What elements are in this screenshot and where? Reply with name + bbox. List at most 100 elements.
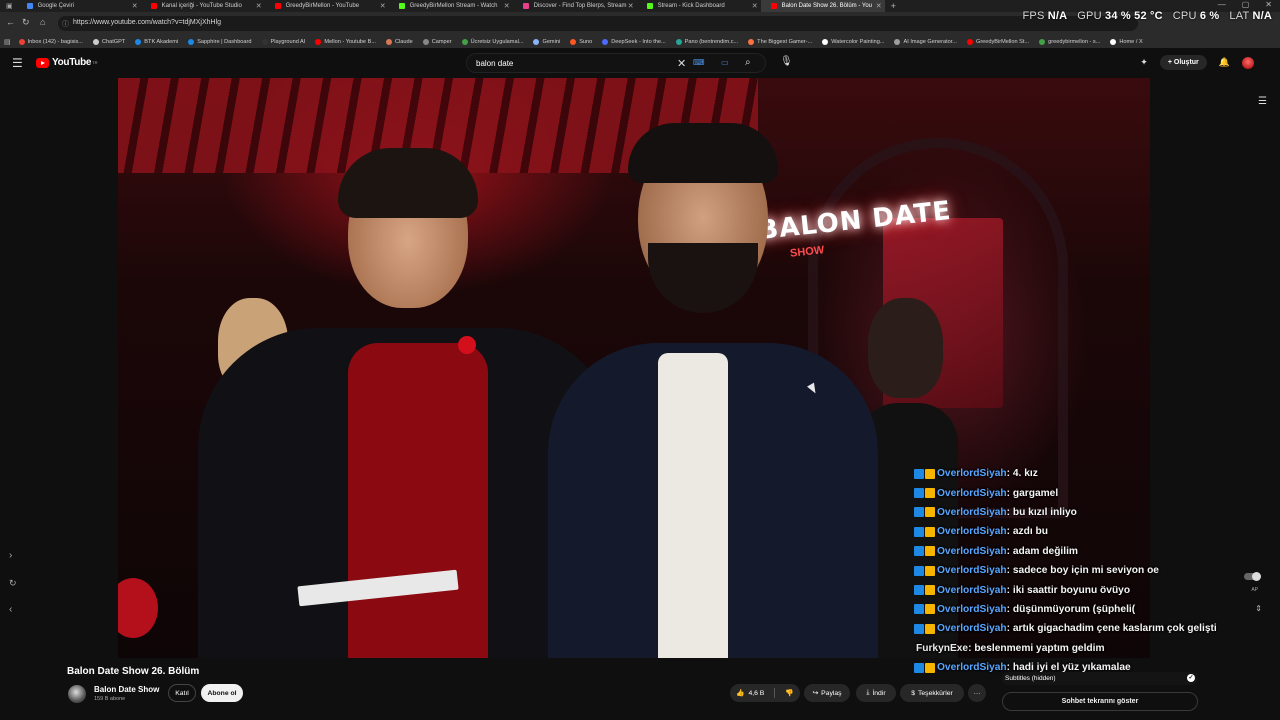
- subscriber-badge-icon: [925, 488, 935, 499]
- bookmark-item[interactable]: Gemini: [533, 38, 560, 45]
- search-input[interactable]: balon date ✕ ⌨ ▭ ⌕: [466, 53, 766, 73]
- tab-actions-icon[interactable]: ▣: [6, 2, 13, 10]
- bookmark-label: Playground AI: [270, 38, 306, 45]
- bookmark-item[interactable]: Claude: [385, 38, 413, 45]
- bookmark-item[interactable]: ChatGPT: [92, 38, 126, 45]
- bookmark-item[interactable]: Mellon - Youtube B...: [315, 38, 376, 45]
- close-tab-icon[interactable]: ✕: [132, 2, 138, 10]
- bookmark-item[interactable]: AI Image Generator...: [894, 38, 957, 45]
- autoplay-toggle[interactable]: [1244, 572, 1261, 581]
- browser-tab[interactable]: Stream - Kick Dashboard ✕: [637, 0, 761, 12]
- chat-text: : 4. kız: [1006, 468, 1038, 480]
- clear-search-icon[interactable]: ✕: [677, 57, 686, 70]
- home-icon[interactable]: ⌂: [40, 17, 45, 27]
- chat-badges: [914, 488, 935, 499]
- chevron-right-icon[interactable]: ›: [9, 550, 12, 561]
- close-tab-icon[interactable]: ✕: [256, 2, 262, 10]
- thanks-icon: $: [911, 689, 915, 697]
- join-button[interactable]: Katıl: [168, 684, 196, 702]
- keyboard-icon[interactable]: ⌨: [693, 58, 705, 67]
- close-tab-icon[interactable]: ✕: [380, 2, 386, 10]
- refresh-icon[interactable]: ↻: [9, 578, 17, 589]
- browser-tab[interactable]: GreedyBirMellon Stream - Watch ✕: [389, 0, 513, 12]
- bookmark-item[interactable]: The Biggest Gamer-...: [748, 38, 812, 45]
- like-button[interactable]: 👍 4,6 B 👎: [730, 684, 800, 702]
- subtitles-hidden-bar[interactable]: Subtitles (hidden) ✓: [1002, 672, 1198, 685]
- new-tab-button[interactable]: +: [891, 1, 896, 11]
- close-tab-icon[interactable]: ✕: [504, 2, 510, 10]
- chat-badges: [914, 604, 935, 615]
- lat-label: LAT: [1229, 10, 1250, 22]
- chevron-left-icon[interactable]: ‹: [9, 604, 12, 615]
- screen-cast-icon[interactable]: ▭: [721, 58, 731, 68]
- bookmark-item[interactable]: BTK Akademi: [135, 38, 178, 45]
- browser-tab[interactable]: Google Çeviri ✕: [17, 0, 141, 12]
- close-tab-icon[interactable]: ✕: [628, 2, 634, 10]
- maximize-icon[interactable]: ▢: [1242, 0, 1250, 9]
- close-window-icon[interactable]: ✕: [1265, 0, 1272, 9]
- lat-stat: LAT N/A: [1229, 10, 1272, 22]
- bookmark-item[interactable]: Pano (bentrendim.c...: [675, 38, 738, 45]
- chat-message: OverlordSiyah: azdı bu: [914, 522, 1244, 541]
- share-button[interactable]: ↪ Paylaş: [804, 684, 850, 702]
- bookmark-label: DeepSeek - Into the...: [611, 38, 666, 45]
- close-tab-icon[interactable]: ✕: [876, 2, 882, 10]
- bookmark-label: ChatGPT: [101, 38, 126, 45]
- avatar[interactable]: [1242, 56, 1254, 69]
- expand-icon[interactable]: ⇕: [1255, 604, 1262, 613]
- create-button[interactable]: + Oluştur: [1159, 55, 1207, 70]
- search-icon[interactable]: ⌕: [745, 57, 751, 68]
- reload-icon[interactable]: ↻: [22, 17, 30, 28]
- bookmark-item[interactable]: greedybirmellon - s...: [1039, 38, 1100, 45]
- chat-username: FurkynExe: [916, 642, 969, 654]
- bookmark-item[interactable]: Camper: [422, 38, 452, 45]
- notifications-icon[interactable]: 🔔: [1219, 57, 1230, 68]
- moderator-badge-icon: [914, 604, 924, 615]
- youtube-logo-text: YouTube: [52, 57, 92, 68]
- extension-icon[interactable]: ✦: [1140, 57, 1148, 68]
- chat-username: OverlordSiyah: [937, 623, 1007, 635]
- voice-search-icon[interactable]: 🎙: [780, 56, 793, 67]
- page-bottom-strip: [0, 711, 1280, 720]
- thumbs-down-icon[interactable]: 👎: [785, 689, 793, 697]
- show-chat-replay-button[interactable]: Sohbet tekrarını göster: [1002, 692, 1198, 711]
- check-icon: ✓: [1187, 674, 1195, 682]
- youtube-logo[interactable]: YouTube TR: [36, 57, 98, 68]
- chat-message: OverlordSiyah: sadece boy için mi seviyo…: [914, 561, 1244, 580]
- download-button[interactable]: ⤓ İndir: [856, 684, 896, 702]
- chat-username: OverlordSiyah: [937, 662, 1007, 674]
- browser-tab[interactable]: GreedyBirMellon - YouTube ✕: [265, 0, 389, 12]
- bookmark-item[interactable]: Sapphire | Dashboard: [188, 38, 252, 45]
- thanks-button[interactable]: $ Teşekkürler: [900, 684, 964, 702]
- bookmark-item[interactable]: GreedyBirMellon St...: [966, 38, 1029, 45]
- chat-text: : gargamel: [1006, 487, 1059, 499]
- bookmark-label: Sapphire | Dashboard: [197, 38, 252, 45]
- site-info-icon[interactable]: ⓘ: [62, 19, 69, 29]
- like-count: 4,6 B: [748, 689, 765, 697]
- subscribe-button[interactable]: Abone ol: [201, 684, 243, 702]
- like-divider: [774, 688, 776, 698]
- url-field[interactable]: ⓘ https://www.youtube.com/watch?v=tdjMXj…: [58, 16, 1138, 31]
- channel-avatar[interactable]: [68, 685, 86, 703]
- bookmark-item[interactable]: Ücretsiz Uygulamal...: [461, 38, 523, 45]
- tab-label: Balon Date Show 26. Bölüm - You: [781, 3, 873, 9]
- close-tab-icon[interactable]: ✕: [752, 2, 758, 10]
- bookmark-item[interactable]: Home / X: [1110, 38, 1143, 45]
- panel-menu-icon[interactable]: ☰: [1258, 96, 1267, 107]
- chat-username: OverlordSiyah: [937, 468, 1007, 480]
- minimize-icon[interactable]: —: [1218, 0, 1226, 9]
- bookmark-item[interactable]: Inbox (142) - bagisis...: [18, 38, 83, 45]
- bookmark-item[interactable]: Playground AI: [261, 38, 306, 45]
- menu-icon[interactable]: ☰: [12, 56, 23, 70]
- bookmark-item[interactable]: DeepSeek - Into the...: [602, 38, 666, 45]
- bookmarks-apps-icon[interactable]: ▤: [4, 38, 11, 46]
- channel-name[interactable]: Balon Date Show: [94, 685, 159, 694]
- bookmark-item[interactable]: Watercolor Painting...: [822, 38, 884, 45]
- more-actions-button[interactable]: ···: [968, 684, 986, 702]
- back-icon[interactable]: ←: [6, 17, 15, 27]
- tab-favicon-icon: [646, 3, 653, 9]
- browser-tab[interactable]: Discover - Find Top Blerps, Stream ✕: [513, 0, 637, 12]
- bookmark-item[interactable]: Suno: [570, 38, 592, 45]
- browser-tab[interactable]: Kanal içeriği - YouTube Studio ✕: [141, 0, 265, 12]
- browser-tab[interactable]: Balon Date Show 26. Bölüm - You ✕: [760, 0, 885, 12]
